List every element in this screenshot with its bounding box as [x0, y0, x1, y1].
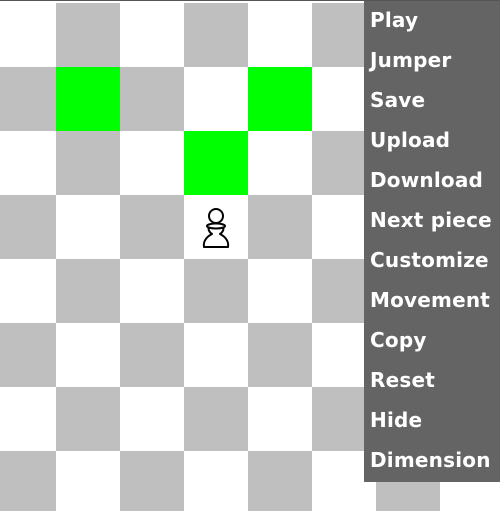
board-square[interactable] [120, 387, 184, 451]
board-square[interactable] [184, 451, 248, 511]
board-square[interactable] [120, 67, 184, 131]
board-square[interactable] [120, 323, 184, 387]
board-square[interactable] [248, 3, 312, 67]
board-square[interactable] [120, 259, 184, 323]
board-square[interactable] [0, 131, 56, 195]
board-square[interactable] [248, 195, 312, 259]
board-square[interactable] [0, 259, 56, 323]
board-square[interactable] [184, 387, 248, 451]
menu-item-movement[interactable]: Movement [364, 282, 500, 322]
menu-item-jumper[interactable]: Jumper [364, 42, 500, 82]
board-square[interactable] [0, 67, 56, 131]
board-square[interactable] [56, 3, 120, 67]
menu-item-copy[interactable]: Copy [364, 322, 500, 362]
menu-item-customize[interactable]: Customize [364, 242, 500, 282]
menu-item-download[interactable]: Download [364, 162, 500, 202]
white-pawn-icon[interactable] [184, 195, 248, 259]
board-square[interactable] [248, 387, 312, 451]
board-square[interactable] [120, 195, 184, 259]
board-square[interactable] [184, 323, 248, 387]
board-square[interactable] [0, 195, 56, 259]
game-app: Play Jumper Save Upload Download Next piece Cu… [0, 0, 500, 511]
board-square[interactable] [0, 323, 56, 387]
menu-item-dimension[interactable]: Dimension [364, 442, 500, 482]
board-square[interactable] [184, 3, 248, 67]
board-square[interactable] [184, 67, 248, 131]
highlighted-square[interactable] [248, 67, 312, 131]
board-square[interactable] [56, 131, 120, 195]
menu-item-reset[interactable]: Reset [364, 362, 500, 402]
board-square[interactable] [56, 259, 120, 323]
board-square[interactable] [248, 259, 312, 323]
menu-item-upload[interactable]: Upload [364, 122, 500, 162]
board-square[interactable] [120, 451, 184, 511]
board-square[interactable] [184, 195, 248, 259]
board-square[interactable] [56, 195, 120, 259]
board-square[interactable] [56, 451, 120, 511]
board-square[interactable] [120, 131, 184, 195]
board-square[interactable] [248, 451, 312, 511]
board-square[interactable] [248, 323, 312, 387]
highlighted-square[interactable] [184, 131, 248, 195]
menu-item-save[interactable]: Save [364, 82, 500, 122]
board-square[interactable] [56, 323, 120, 387]
board-square[interactable] [0, 387, 56, 451]
board-square[interactable] [56, 387, 120, 451]
board-square[interactable] [248, 131, 312, 195]
side-menu: Play Jumper Save Upload Download Next piece Cu… [364, 1, 500, 482]
highlighted-square[interactable] [56, 67, 120, 131]
board-square[interactable] [120, 3, 184, 67]
board-square[interactable] [184, 259, 248, 323]
board-square[interactable] [0, 3, 56, 67]
board-square[interactable] [0, 451, 56, 511]
menu-item-play[interactable]: Play [364, 2, 500, 42]
menu-item-hide[interactable]: Hide [364, 402, 500, 442]
menu-item-next-piece[interactable]: Next piece [364, 202, 500, 242]
